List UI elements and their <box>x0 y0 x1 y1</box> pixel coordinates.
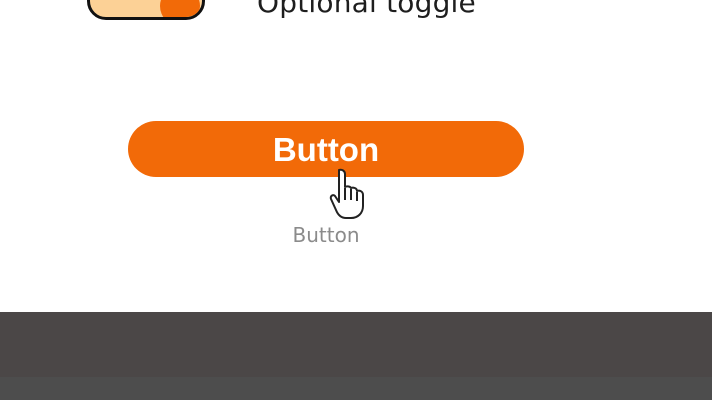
primary-button[interactable]: Button <box>128 121 524 177</box>
toggle-label: Optional toggle <box>257 0 476 19</box>
optional-toggle[interactable] <box>87 0 205 20</box>
footer-strip <box>0 377 712 400</box>
button-caption: Button <box>292 223 360 247</box>
toggle-knob <box>160 0 200 17</box>
hand-pointer-icon <box>329 168 364 219</box>
footer-bar <box>0 312 712 377</box>
